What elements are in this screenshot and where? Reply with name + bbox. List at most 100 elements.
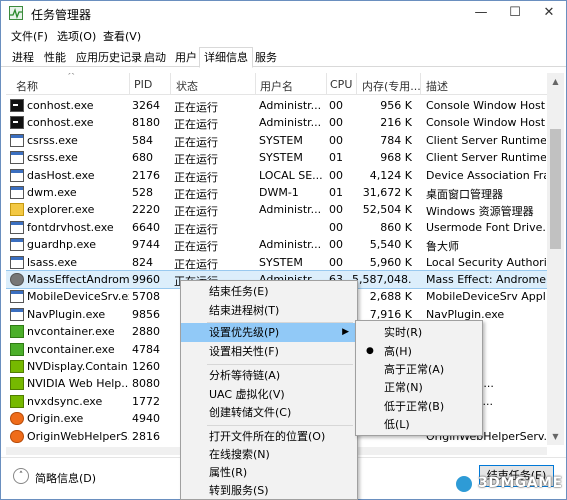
vertical-scrollbar[interactable]: ▲ ▼ [547,73,564,445]
column-pid[interactable]: PID [134,78,152,91]
process-pid: 4940 [132,412,160,426]
tab-performance[interactable]: 性能 [39,47,71,67]
table-row[interactable]: fontdrvhost.exe 6640 正在运行 00 860 K Usermode F… [6,219,547,236]
process-memory: 4,124 K [369,168,412,182]
collapse-chevron-icon[interactable]: ˄ [13,468,29,484]
process-icon [10,394,24,408]
tab-users[interactable]: 用户 [170,47,202,67]
process-memory: 31,672 K [362,186,412,199]
process-user: Administr... [259,203,322,217]
menu-set-priority[interactable]: 设置优先级(P) ▶ [181,323,357,342]
scroll-up-icon[interactable]: ▲ [547,73,564,90]
process-name: lsass.exe [27,255,77,269]
tab-startup[interactable]: 启动 [139,47,171,67]
menu-go-to-services[interactable]: 转到服务(S) [181,481,357,500]
menu-uac-virtualization[interactable]: UAC 虚拟化(V) [181,385,357,404]
menu-analyze-wait-chain[interactable]: 分析等待链(A) [181,366,357,385]
scrollbar-thumb[interactable] [550,129,561,249]
process-pid: 1772 [132,394,160,408]
process-memory: 5,587,048... [352,273,412,286]
radio-selected-icon: ● [366,346,374,356]
process-icon [10,360,24,373]
table-row[interactable]: conhost.exe 3264 正在运行 Administr... 00 956 K Co… [6,97,547,114]
menu-separator [207,425,353,426]
process-status: 正在运行 [174,153,218,167]
column-divider[interactable] [170,73,171,95]
table-row[interactable]: guardhp.exe 9744 正在运行 Administr... 00 5,540 K… [6,236,547,253]
process-status: 正在运行 [174,101,218,114]
process-name: conhost.exe [27,116,94,130]
table-row[interactable]: dasHost.exe 2176 正在运行 LOCAL SE... 00 4,124 K D… [6,167,547,184]
column-divider[interactable] [356,73,357,95]
priority-below-normal[interactable]: 低于正常(B) [356,397,482,416]
process-description: NavPlugin.exe [426,307,505,321]
table-row[interactable]: dwm.exe 528 正在运行 DWM-1 01 31,672 K 桌面窗口管理器 [6,184,547,201]
process-pid: 9744 [132,238,160,252]
priority-high[interactable]: ● 高(H) [356,342,482,361]
priority-above-normal[interactable]: 高于正常(A) [356,360,482,379]
process-description: Usermode Font Drive... [426,220,546,234]
process-icon [10,116,24,130]
process-icon [10,168,24,182]
process-pid: 8080 [132,377,160,391]
table-row[interactable]: csrss.exe 680 正在运行 SYSTEM 01 968 K Client Serv… [6,149,547,166]
process-icon [10,220,24,234]
tab-strip: 进程 性能 应用历史记录 启动 用户 详细信息 服务 [1,45,566,68]
tab-services[interactable]: 服务 [250,47,282,67]
process-pid: 9856 [132,307,160,321]
menu-view[interactable]: 查看(V) [103,28,141,44]
priority-normal[interactable]: 正常(N) [356,378,482,397]
column-status[interactable]: 状态 [176,78,198,94]
column-divider[interactable] [129,73,130,95]
process-status: 正在运行 [174,170,218,184]
table-row[interactable]: explorer.exe 2220 正在运行 Administr... 00 52,504… [6,201,547,218]
window-title: 任务管理器 [31,8,92,22]
column-username[interactable]: 用户名 [260,78,293,94]
watermark-logo: 3DMGAME [452,472,562,496]
table-row[interactable]: lsass.exe 824 正在运行 SYSTEM 00 5,960 K Local Sec… [6,254,547,271]
process-memory: 784 K [380,133,412,147]
process-name: dasHost.exe [27,168,95,182]
tab-details[interactable]: 详细信息 [199,47,253,68]
table-row[interactable]: csrss.exe 584 正在运行 SYSTEM 00 784 K Client Serv… [6,132,547,149]
menu-open-file-location[interactable]: 打开文件所在的位置(O) [181,427,357,446]
menu-end-process-tree[interactable]: 结束进程树(T) [181,301,357,320]
process-name: guardhp.exe [27,238,96,252]
column-divider[interactable] [420,73,421,95]
column-memory[interactable]: 内存(专用... [362,78,421,94]
menu-set-affinity[interactable]: 设置相关性(F) [181,342,357,361]
priority-submenu: 实时(R) ● 高(H) 高于正常(A) 正常(N) 低于正常(B) 低(L) [355,320,483,436]
priority-low[interactable]: 低(L) [356,415,482,434]
column-name[interactable]: 名称 [16,78,38,94]
scroll-down-icon[interactable]: ▼ [547,428,564,445]
menu-file[interactable]: 文件(F) [11,28,48,44]
menu-options[interactable]: 选项(O) [57,28,96,44]
menu-end-task[interactable]: 结束任务(E) [181,282,357,301]
process-description: Console Window Host [426,99,546,112]
menu-properties[interactable]: 属性(R) [181,463,357,482]
tab-processes[interactable]: 进程 [7,47,39,67]
process-memory: 216 K [380,116,412,130]
column-description[interactable]: 描述 [426,78,448,94]
column-divider[interactable] [326,73,327,95]
menu-set-priority-label: 设置优先级(P) [209,326,280,339]
process-icon [10,325,24,339]
process-icon [10,273,24,286]
submenu-arrow-icon: ▶ [342,327,349,337]
process-name: csrss.exe [27,133,78,147]
priority-realtime[interactable]: 实时(R) [356,323,482,342]
maximize-button[interactable]: ☐ [500,1,530,25]
process-cpu: 00 [329,238,343,252]
column-cpu[interactable]: CPU [330,78,352,91]
process-name: NVDisplay.Contain... [27,360,129,373]
close-button[interactable]: ✕ [534,1,564,25]
menu-create-dump-file[interactable]: 创建转储文件(C) [181,403,357,422]
fewer-details-link[interactable]: 简略信息(D) [35,470,96,486]
column-divider[interactable] [255,73,256,95]
process-name: nvcontainer.exe [27,342,115,356]
menu-search-online[interactable]: 在线搜索(N) [181,445,357,464]
table-row[interactable]: conhost.exe 8180 正在运行 Administr... 00 216 K Co… [6,114,547,131]
minimize-button[interactable]: — [466,1,496,25]
tab-app-history[interactable]: 应用历史记录 [71,47,147,67]
process-status: 正在运行 [174,222,218,236]
